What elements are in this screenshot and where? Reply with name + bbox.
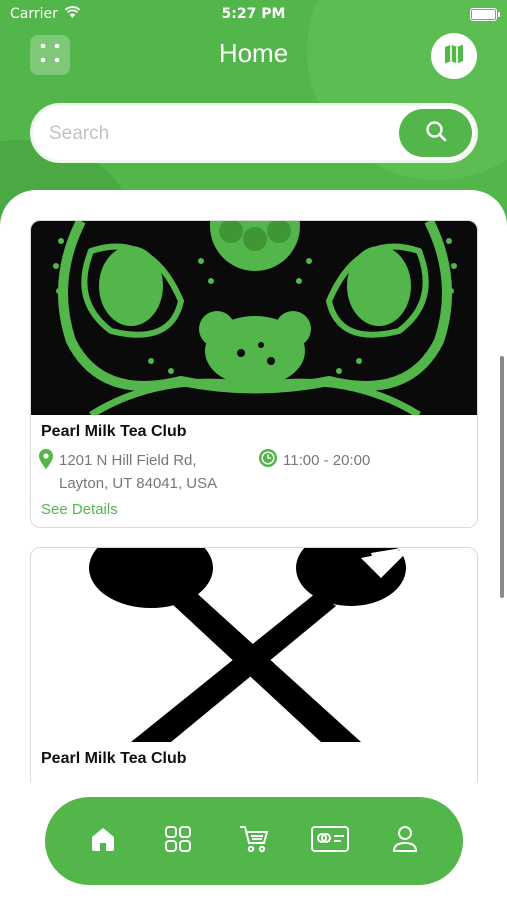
store-list[interactable]: Pearl Milk Tea Club 1201 N Hill Field Rd… (0, 190, 507, 782)
search-bar (30, 103, 478, 163)
nav-profile[interactable] (380, 816, 430, 866)
search-button[interactable] (399, 109, 472, 157)
status-time: 5:27 PM (221, 6, 286, 22)
store-card[interactable]: Pearl Milk Tea Club 1201 N Hill Field Rd… (30, 220, 478, 528)
nav-home[interactable] (78, 816, 128, 866)
credit-card-icon (310, 825, 349, 857)
nav-cart[interactable] (229, 816, 279, 866)
home-icon (89, 825, 117, 857)
search-input[interactable] (49, 120, 379, 148)
clock-icon (259, 449, 277, 471)
bottom-nav (45, 797, 463, 885)
store-hours: 11:00 - 20:00 (283, 451, 371, 469)
grid-icon (164, 825, 192, 857)
cart-icon (239, 825, 269, 857)
map-button[interactable] (431, 33, 477, 79)
nav-categories[interactable] (153, 816, 203, 866)
store-address: 1201 N Hill Field Rd, Layton, UT 84041, … (59, 452, 218, 492)
store-name: Pearl Milk Tea Club (41, 750, 187, 767)
location-pin-icon (39, 449, 53, 495)
battery-icon (470, 8, 500, 21)
user-icon (392, 825, 418, 857)
store-image (31, 221, 477, 415)
see-details-link[interactable]: See Details (41, 501, 118, 518)
store-image (31, 548, 477, 742)
search-icon (424, 119, 448, 147)
store-card[interactable]: Pearl Milk Tea Club (30, 547, 478, 782)
scrollbar[interactable] (500, 356, 504, 598)
status-bar: Carrier 5:27 PM (0, 0, 507, 30)
nav-card[interactable] (305, 816, 355, 866)
store-name: Pearl Milk Tea Club (41, 423, 187, 440)
map-icon (442, 42, 466, 70)
